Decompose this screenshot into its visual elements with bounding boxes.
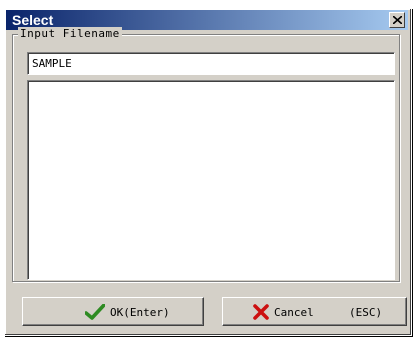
- filename-group-label: Input Filename: [18, 27, 122, 40]
- cancel-button[interactable]: Cancel (ESC): [222, 297, 407, 326]
- ok-button[interactable]: OK(Enter): [22, 297, 204, 326]
- cancel-button-label: Cancel: [274, 306, 314, 319]
- cancel-shortcut-label: (ESC): [349, 306, 383, 319]
- ok-button-label: OK(Enter): [110, 306, 170, 319]
- close-icon: [393, 16, 402, 24]
- file-list[interactable]: [27, 80, 395, 280]
- filename-input[interactable]: [27, 52, 395, 75]
- close-button[interactable]: [389, 12, 405, 28]
- x-icon: [253, 304, 269, 323]
- dialog-title: Select: [12, 12, 54, 28]
- check-icon: [84, 303, 106, 323]
